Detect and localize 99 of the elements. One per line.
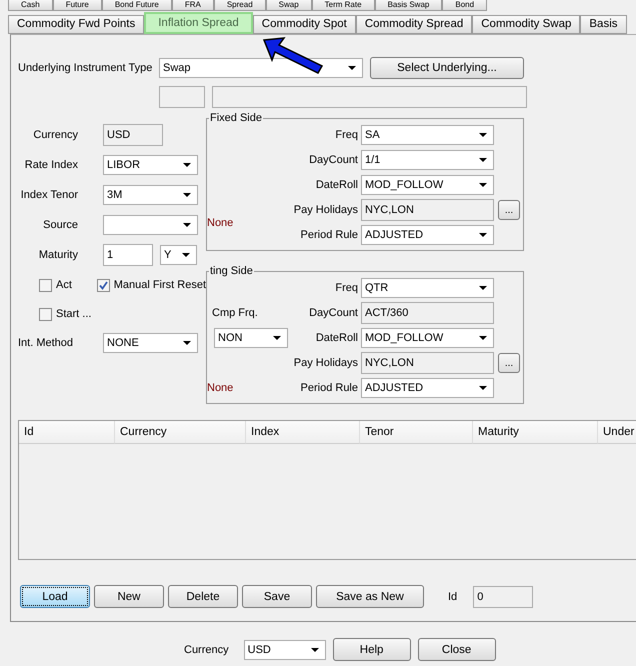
dropdown[interactable]: Y (160, 245, 197, 265)
browse-button[interactable]: ... (498, 200, 520, 220)
checkbox[interactable] (96, 278, 110, 292)
dropdown[interactable]: ADJUSTED (361, 225, 494, 245)
action-button[interactable]: Save (242, 585, 312, 608)
field-label: DayCount (308, 154, 359, 166)
action-button[interactable]: Delete (168, 585, 238, 608)
tab[interactable]: Basis (580, 15, 626, 34)
dropdown[interactable]: LIBOR (103, 155, 198, 175)
maturity-input[interactable]: 1 (103, 244, 153, 266)
tab[interactable]: Basis Swap (374, 0, 442, 11)
caret-icon (183, 341, 191, 345)
readonly-field: ACT/360 (361, 302, 494, 324)
pointer-arrow-icon (262, 36, 324, 74)
field-label: Int. Method (18, 337, 74, 349)
field-label: Period Rule (300, 229, 359, 241)
dropdown[interactable]: NON (214, 328, 288, 348)
footer-button[interactable]: Help (332, 638, 411, 661)
column-header[interactable]: Index (246, 421, 360, 444)
field-label: Underlying Instrument Type (18, 62, 154, 74)
tab[interactable]: Bond Future (102, 0, 172, 11)
caret-icon (479, 386, 487, 390)
caret-icon (273, 336, 281, 340)
status-text: None (207, 216, 234, 228)
dropdown[interactable]: 3M (103, 185, 198, 205)
checkbox-label: Manual First Reset (114, 279, 206, 291)
checkbox-label: Act (56, 279, 72, 291)
dropdown[interactable]: MOD_FOLLOW (361, 328, 494, 348)
caret-icon (183, 223, 191, 227)
dropdown[interactable]: 1/1 (361, 150, 494, 170)
tab[interactable]: Spread (214, 0, 266, 11)
field-label: Currency (184, 644, 229, 656)
group-title: ting Side (209, 265, 254, 277)
action-button[interactable]: Load (20, 585, 90, 608)
dropdown[interactable]: NONE (103, 333, 198, 353)
caret-icon (183, 163, 191, 167)
field-label: Index Tenor (20, 189, 78, 201)
field-label: Cmp Frq. (211, 307, 259, 319)
tab[interactable]: Inflation Spread (144, 12, 253, 34)
column-header[interactable]: Under (598, 421, 636, 444)
field-label: Freq (334, 282, 359, 294)
readonly-field (159, 86, 205, 108)
tab[interactable]: Commodity Fwd Points (8, 15, 144, 34)
field-label: Freq (334, 129, 359, 141)
caret-icon (479, 286, 487, 290)
dropdown[interactable]: ADJUSTED (361, 378, 494, 398)
field-label: Pay Holidays (292, 357, 359, 369)
caret-icon (479, 133, 487, 137)
status-text: None (207, 382, 234, 394)
action-button[interactable]: New (94, 585, 164, 608)
checkbox[interactable] (39, 278, 52, 292)
tab[interactable]: Swap (266, 0, 312, 11)
browse-button[interactable]: ... (498, 353, 520, 373)
id-field: 0 (473, 586, 534, 608)
readonly-field: USD (103, 124, 163, 146)
column-header[interactable]: Tenor (360, 421, 473, 444)
dropdown[interactable]: MOD_FOLLOW (361, 175, 494, 195)
tab[interactable]: Term Rate (312, 0, 375, 11)
dropdown[interactable] (103, 215, 198, 235)
field-label: Maturity (38, 249, 78, 261)
field-label: Period Rule (300, 382, 359, 394)
column-header[interactable]: Id (19, 421, 115, 444)
field-label: DateRoll (314, 179, 359, 191)
field-label: Currency (32, 129, 78, 141)
caret-icon (348, 66, 356, 70)
field-label: DayCount (308, 307, 359, 319)
field-label: Id (448, 590, 458, 602)
column-header[interactable]: Currency (115, 421, 246, 444)
caret-icon (479, 336, 487, 340)
caret-icon (479, 183, 487, 187)
footer-button[interactable]: Close (418, 638, 496, 661)
checkbox-label: Start ... (56, 308, 92, 320)
tab[interactable]: Bond (442, 0, 488, 11)
field-label: Source (42, 219, 78, 231)
tab[interactable]: Commodity Swap (472, 15, 580, 34)
tab[interactable]: Commodity Spread (356, 15, 472, 34)
caret-icon (479, 233, 487, 237)
readonly-field: NYC,LON (361, 352, 494, 374)
readonly-field: NYC,LON (361, 199, 494, 221)
dropdown[interactable]: QTR (361, 278, 494, 298)
caret-icon (310, 648, 319, 652)
dropdown[interactable]: USD (244, 640, 326, 660)
caret-icon (479, 158, 487, 162)
dropdown[interactable]: Swap (159, 58, 363, 78)
field-label: DateRoll (314, 332, 359, 344)
tab[interactable]: Future (52, 0, 102, 11)
caret-icon (182, 253, 190, 257)
caret-icon (183, 193, 191, 197)
field-label: Pay Holidays (292, 204, 359, 216)
column-header[interactable]: Maturity (473, 421, 598, 444)
select-underlying-button[interactable]: Select Underlying... (370, 57, 524, 79)
tab[interactable]: Cash (8, 0, 53, 11)
action-button[interactable]: Save as New (316, 585, 424, 608)
checkbox[interactable] (39, 308, 52, 320)
field-label: Rate Index (24, 159, 78, 171)
dropdown[interactable]: SA (361, 125, 494, 145)
group-title: Fixed Side (209, 112, 263, 124)
tab[interactable]: Commodity Spot (252, 15, 356, 34)
tab[interactable]: FRA (172, 0, 214, 11)
